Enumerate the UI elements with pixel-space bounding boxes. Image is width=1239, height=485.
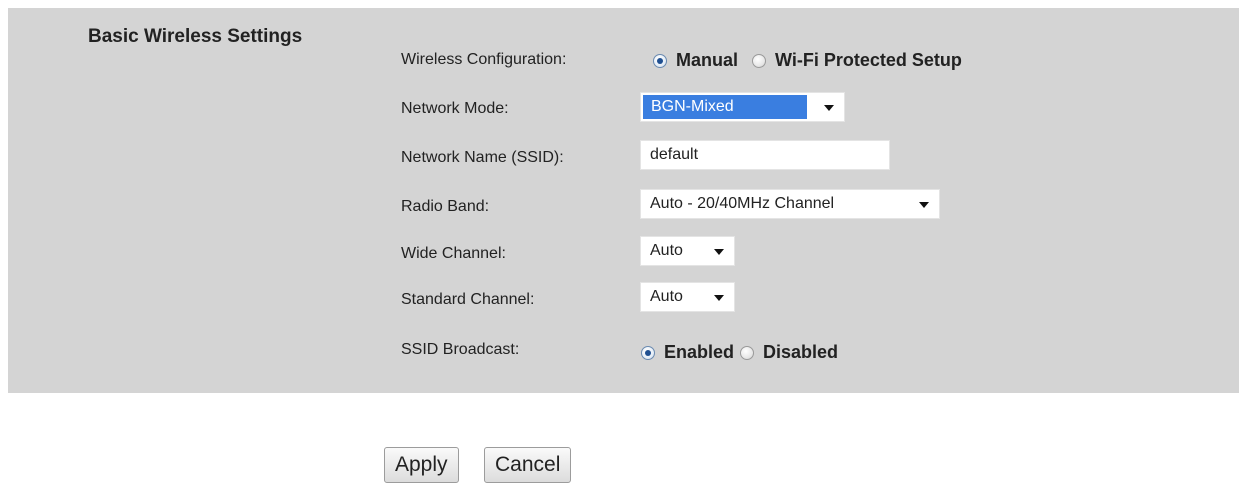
radio-disabled-label[interactable]: Disabled — [763, 342, 838, 363]
ssid-broadcast-radio-group: Enabled Disabled — [641, 342, 852, 363]
settings-panel: Basic Wireless Settings Wireless Configu… — [8, 8, 1239, 393]
wireless-config-label: Wireless Configuration: — [401, 51, 567, 68]
network-mode-label: Network Mode: — [401, 100, 509, 117]
standard-channel-select[interactable]: Auto — [640, 282, 735, 312]
network-mode-select[interactable]: BGN-Mixed — [640, 92, 845, 122]
wireless-config-radio-group: Manual Wi-Fi Protected Setup — [653, 50, 976, 71]
radio-enabled[interactable] — [641, 345, 655, 360]
radio-band-value: Auto - 20/40MHz Channel — [650, 195, 835, 212]
network-mode-value: BGN-Mixed — [643, 95, 807, 119]
radio-wps[interactable] — [752, 53, 767, 68]
section-title: Basic Wireless Settings — [88, 26, 303, 47]
chevron-down-icon — [824, 105, 834, 111]
wide-channel-value: Auto — [650, 242, 683, 259]
radio-enabled-label[interactable]: Enabled — [664, 342, 734, 363]
apply-button[interactable]: Apply — [384, 447, 459, 483]
chevron-down-icon — [919, 202, 929, 208]
standard-channel-label: Standard Channel: — [401, 291, 535, 308]
radio-manual-label[interactable]: Manual — [676, 50, 738, 71]
standard-channel-value: Auto — [650, 288, 683, 305]
wide-channel-select[interactable]: Auto — [640, 236, 735, 266]
radio-band-select[interactable]: Auto - 20/40MHz Channel — [640, 189, 940, 219]
radio-wps-label[interactable]: Wi-Fi Protected Setup — [775, 50, 962, 71]
ssid-input[interactable]: default — [640, 140, 890, 170]
wide-channel-label: Wide Channel: — [401, 245, 506, 262]
radio-disabled[interactable] — [740, 345, 755, 360]
ssid-broadcast-label: SSID Broadcast: — [401, 341, 520, 358]
cancel-button[interactable]: Cancel — [484, 447, 572, 483]
chevron-down-icon — [714, 295, 724, 301]
chevron-down-icon — [714, 249, 724, 255]
radio-manual[interactable] — [653, 53, 667, 68]
radio-band-label: Radio Band: — [401, 198, 490, 215]
ssid-label: Network Name (SSID): — [401, 149, 564, 166]
